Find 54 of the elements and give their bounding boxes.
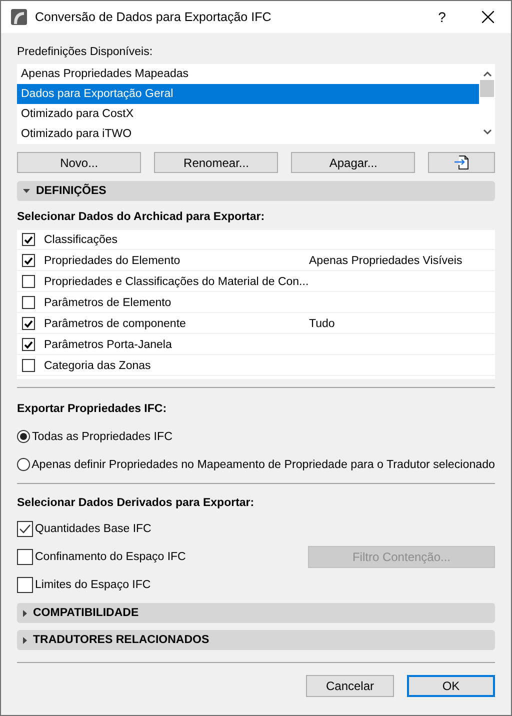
preset-action-button[interactable]: Renomear... [154, 152, 278, 173]
section-header[interactable]: TRADUTORES RELACIONADOS [17, 630, 495, 650]
section-label: Selecionar Dados do Archicad para Exportar: [17, 210, 266, 225]
window-title: Conversão de Dados para Exportação IFC [35, 10, 272, 24]
scrollbar-thumb[interactable] [480, 80, 494, 97]
option-label: Propriedades do Elemento [44, 254, 182, 266]
preset-action-button[interactable]: Apagar... [291, 152, 416, 173]
section-header[interactable]: COMPATIBILIDADE [17, 603, 495, 623]
collapse-triangle-icon [23, 189, 30, 193]
option-label: Categoria das Zonas [44, 360, 152, 372]
section-label: Exportar Propriedades IFC: [17, 402, 168, 417]
preset-item[interactable]: Otimizado para CostX [17, 104, 479, 124]
dialog-button[interactable]: Cancelar [306, 675, 394, 697]
checkbox[interactable] [22, 233, 35, 246]
checkbox[interactable] [17, 521, 33, 537]
radio-button[interactable] [17, 430, 30, 442]
app-logo-icon [11, 9, 27, 25]
close-icon[interactable] [482, 11, 494, 23]
preset-item[interactable]: Dados para Exportação Geral [17, 84, 479, 104]
import-button[interactable] [428, 152, 496, 173]
checkbox[interactable] [17, 549, 33, 565]
file-import-icon [454, 155, 470, 170]
radio-label: Apenas definir Propriedades no Mapeamento de Propriedade para o Tradutor selecionado [32, 458, 495, 470]
checkbox[interactable] [22, 296, 35, 309]
expand-triangle-icon [23, 610, 27, 616]
checkbox[interactable] [17, 577, 33, 593]
checkbox-label: Confinamento do Espaço IFC [35, 551, 186, 563]
checkbox[interactable] [22, 359, 35, 372]
preset-item[interactable]: Apenas Propriedades Mapeadas [17, 64, 479, 84]
scroll-up-icon[interactable] [482, 71, 492, 77]
expand-triangle-icon [23, 636, 27, 644]
checkbox[interactable] [22, 317, 35, 330]
radio-button[interactable] [17, 458, 30, 470]
scroll-down-icon[interactable] [482, 129, 492, 135]
option-label: Classificações [44, 234, 118, 246]
dialog-button[interactable]: OK [407, 675, 495, 697]
presets-label: Predefinições Disponíveis: [17, 45, 154, 60]
checkbox[interactable] [22, 254, 35, 267]
option-label: Parâmetros Porta-Janela [44, 338, 173, 350]
section-header[interactable]: DEFINIÇÕES [17, 181, 495, 201]
checkbox-label: Limites do Espaço IFC [35, 579, 151, 591]
checkbox[interactable] [22, 338, 35, 351]
section-label: Selecionar Dados Derivados para Exportar: [17, 496, 256, 511]
checkbox-label: Quantidades Base IFC [35, 523, 152, 535]
option-label: Parâmetros de componente [44, 318, 187, 330]
help-button[interactable]: ? [419, 9, 465, 25]
option-label: Parâmetros de Elemento [44, 296, 172, 308]
radio-label: Todas as Propriedades IFC [32, 430, 172, 442]
option-label: Propriedades e Classificações do Material de Con... [44, 276, 309, 288]
option-value: Tudo [309, 318, 335, 330]
checkbox[interactable] [22, 275, 35, 288]
preset-action-button[interactable]: Novo... [17, 152, 142, 173]
option-value: Apenas Propriedades Visíveis [309, 254, 462, 266]
preset-item[interactable]: Otimizado para iTWO [17, 124, 479, 144]
